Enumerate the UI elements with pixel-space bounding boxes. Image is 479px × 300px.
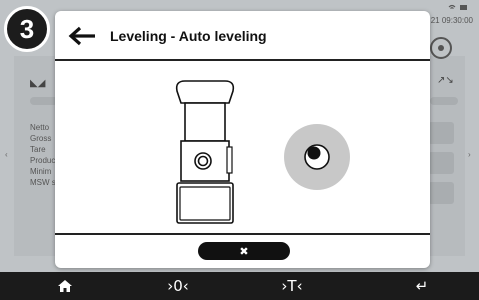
level-bubble-icon (284, 124, 350, 190)
enter-icon: ↵ (415, 277, 429, 295)
background-label: Gross (30, 134, 52, 143)
zero-button[interactable]: ›0‹ (158, 272, 198, 300)
scale-device-illustration (175, 80, 235, 224)
background-bar (30, 97, 58, 105)
close-icon: ✖ (239, 244, 249, 258)
status-icons (447, 3, 469, 14)
background-bar-right (430, 97, 458, 105)
background-label: MSW s (30, 178, 56, 187)
background-label: Minim (30, 167, 52, 176)
background-glyph-right: ↗↘ (437, 75, 454, 86)
step-badge: 3 (4, 6, 50, 52)
dialog-header: Leveling - Auto leveling (55, 11, 430, 61)
enter-button[interactable]: ↵ (402, 272, 442, 300)
background-glyph-left: ◣◢ (30, 78, 46, 89)
chevron-right-icon: › (468, 150, 471, 159)
dialog-footer: ✖ (55, 233, 430, 268)
background-label: Netto (30, 123, 50, 132)
bottom-nav: ›0‹ ›T‹ ↵ (0, 272, 479, 300)
level-indicator-dot (438, 45, 444, 51)
status-time: 21 09:30:00 (430, 16, 473, 25)
background-card (428, 122, 454, 144)
tare-button[interactable]: ›T‹ (272, 272, 312, 300)
background-card (428, 182, 454, 204)
background-card (428, 152, 454, 174)
close-button[interactable]: ✖ (198, 242, 290, 260)
dialog-body (55, 61, 430, 226)
leveling-dialog: Leveling - Auto leveling ✖ (55, 11, 430, 268)
home-icon (58, 280, 72, 292)
background-labels: Netto Gross Tare Produc Minim MSW s (30, 122, 56, 188)
background-label: Produc (30, 156, 56, 165)
screen: 21 09:30:00 ◣◢ ↗↘ Netto Gross Tare Produ… (0, 0, 479, 300)
dialog-title: Leveling - Auto leveling (110, 28, 267, 44)
background-label: Tare (30, 145, 46, 154)
home-button[interactable] (45, 272, 85, 300)
chevron-left-icon: ‹ (5, 150, 8, 159)
back-button[interactable] (67, 23, 97, 49)
arrow-left-icon (68, 26, 95, 46)
